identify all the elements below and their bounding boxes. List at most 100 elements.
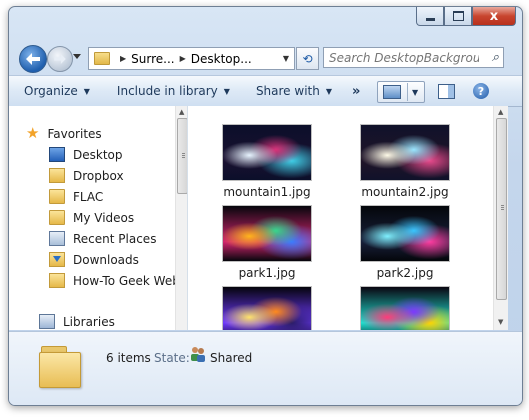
downloads-icon (49, 252, 65, 267)
sidebar-item-flac[interactable]: FLAC (49, 187, 103, 206)
file-thumbnail[interactable] (222, 124, 312, 181)
sidebar-item-dropbox[interactable]: Dropbox (49, 166, 124, 185)
caption-buttons: x (416, 7, 516, 26)
organize-label: Organize (24, 84, 78, 98)
explorer-window: x ▶ Surre... ▶ Desktop... ▼ ⟲ ⌕ Organize… (8, 6, 523, 406)
file-name[interactable]: mountain1.jpg (202, 185, 332, 199)
chevron-down-icon: ▼ (223, 86, 230, 96)
sidebar-item-recent-places[interactable]: Recent Places (49, 229, 156, 248)
search-box[interactable]: ⌕ (323, 47, 504, 68)
search-icon[interactable]: ⌕ (492, 50, 499, 65)
libraries-header[interactable]: Libraries (39, 312, 115, 330)
favorites-header[interactable]: ★ Favorites (26, 124, 102, 143)
minimize-button[interactable] (416, 7, 444, 26)
state-label: State: (154, 351, 190, 365)
grip (501, 207, 504, 208)
libraries-label: Libraries (63, 314, 115, 329)
command-bar: Organize ▼ Include in library ▼ Share with… (9, 75, 522, 107)
search-input[interactable] (329, 50, 479, 65)
share-with-label: Share with (255, 84, 320, 98)
address-bar[interactable]: ▶ Surre... ▶ Desktop... ▼ (88, 47, 295, 70)
refresh-button[interactable]: ⟲ (296, 47, 319, 70)
grip (182, 155, 185, 156)
more-commands-button[interactable]: » (352, 84, 360, 99)
folder-icon (49, 210, 65, 225)
scroll-up-icon[interactable]: ▲ (498, 108, 503, 116)
file-list: mountain1.jpg mountain2.jpg park1.jpg pa… (188, 106, 506, 330)
grip (501, 205, 504, 206)
divider (407, 83, 408, 101)
file-name[interactable]: mountain2.jpg (340, 185, 470, 199)
sidebar-item-label: My Videos (73, 210, 135, 225)
nav-scrollbar[interactable]: ▲ (175, 106, 187, 330)
file-thumbnail[interactable] (222, 205, 312, 262)
chevron-down-icon: ▼ (83, 86, 90, 96)
sidebar-item-label: Recent Places (73, 231, 157, 246)
view-icon (383, 85, 401, 99)
scrollbar-thumb[interactable] (177, 118, 187, 194)
share-with-menu[interactable]: Share with ▼ (256, 84, 332, 98)
back-arrow-icon (26, 53, 40, 65)
recent-pages-dropdown-icon[interactable] (73, 54, 81, 59)
breadcrumb-separator-icon[interactable]: ▶ (180, 54, 186, 63)
sidebar-item-label: FLAC (73, 189, 104, 204)
folder-icon (49, 273, 65, 288)
state-value: Shared (210, 351, 253, 365)
sidebar-item-downloads[interactable]: Downloads (49, 250, 139, 269)
maximize-button[interactable] (444, 7, 472, 26)
grip (501, 209, 504, 210)
breadcrumb-item[interactable]: Surre... (131, 52, 174, 66)
file-thumbnail[interactable] (360, 286, 450, 330)
sidebar-item-my-videos[interactable]: My Videos (49, 208, 134, 227)
address-dropdown-icon[interactable]: ▼ (278, 54, 294, 63)
minimize-icon (425, 17, 435, 21)
item-count: 6 items (106, 351, 151, 365)
scroll-up-icon[interactable]: ▲ (179, 108, 184, 116)
back-button[interactable] (19, 45, 47, 73)
sidebar-item-label: Desktop (73, 147, 123, 162)
refresh-icon: ⟲ (302, 51, 313, 66)
file-thumbnail[interactable] (360, 205, 450, 262)
file-thumbnail[interactable] (360, 124, 450, 181)
chevron-down-icon: ▼ (325, 86, 332, 96)
address-row: ▶ Surre... ▶ Desktop... ▼ ⟲ ⌕ (9, 43, 522, 73)
desktop-icon (49, 147, 65, 162)
favorites-label: Favorites (47, 126, 102, 141)
grip (182, 153, 185, 154)
view-options-dropdown-icon[interactable]: ▼ (412, 88, 418, 97)
change-view-button[interactable]: ▼ (377, 81, 425, 103)
file-name[interactable]: park1.jpg (202, 266, 332, 280)
sidebar-item-label: Downloads (73, 252, 139, 267)
include-in-library-menu[interactable]: Include in library ▼ (117, 84, 230, 98)
sidebar-item-desktop[interactable]: Desktop (49, 145, 123, 164)
sidebar-item-label: How-To Geek Webs (73, 273, 187, 288)
scrollbar-thumb[interactable] (496, 118, 507, 300)
folder-icon (39, 344, 81, 388)
details-pane: 6 items State: Shared (9, 331, 522, 405)
close-button[interactable]: x (472, 7, 516, 26)
breadcrumb-separator-icon[interactable]: ▶ (120, 54, 126, 63)
sidebar-item-how-to-geek[interactable]: How-To Geek Webs (49, 271, 186, 290)
forward-arrow-icon (54, 54, 66, 64)
folder-icon (94, 52, 110, 65)
close-icon: x (489, 8, 499, 24)
include-in-library-label: Include in library (116, 84, 218, 98)
recent-places-icon (49, 231, 65, 246)
grip (182, 157, 185, 158)
libraries-icon (39, 314, 55, 329)
breadcrumb-item[interactable]: Desktop... (191, 52, 252, 66)
organize-menu[interactable]: Organize ▼ (24, 84, 90, 98)
maximize-icon (452, 11, 464, 21)
star-icon: ★ (26, 124, 40, 142)
file-thumbnail[interactable] (222, 286, 312, 330)
help-icon[interactable]: ? (473, 83, 489, 99)
shared-users-icon (191, 347, 205, 362)
preview-pane-icon[interactable] (438, 84, 455, 99)
file-name[interactable]: park2.jpg (340, 266, 470, 280)
forward-button[interactable] (47, 46, 73, 72)
sidebar-item-label: Dropbox (73, 168, 124, 183)
content-scrollbar[interactable]: ▲ ▼ (493, 106, 508, 330)
folder-icon (49, 189, 65, 204)
navigation-pane: ★ Favorites Desktop Dropbox FLAC My Vide… (9, 106, 188, 330)
scroll-down-icon[interactable]: ▼ (498, 318, 503, 326)
